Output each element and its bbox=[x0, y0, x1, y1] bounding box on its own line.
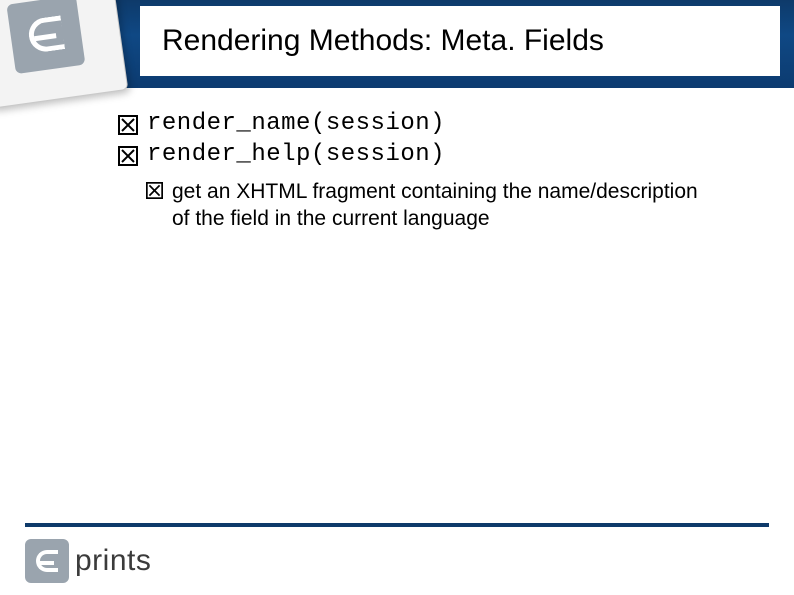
header-e-icon bbox=[6, 0, 85, 74]
bullet-item: render_help(session) bbox=[118, 141, 718, 168]
x-box-icon bbox=[118, 115, 138, 135]
footer-divider bbox=[25, 523, 769, 527]
title-box: Rendering Methods: Meta. Fields bbox=[140, 6, 780, 76]
logo-e-icon bbox=[25, 539, 69, 583]
x-box-icon bbox=[146, 182, 163, 199]
bullet-item: render_name(session) bbox=[118, 110, 718, 137]
logo-text: prints bbox=[75, 544, 151, 578]
content-area: render_name(session) render_help(session… bbox=[118, 110, 718, 237]
icon-tile bbox=[0, 0, 128, 109]
header-band: Rendering Methods: Meta. Fields bbox=[0, 0, 794, 88]
sub-bullet-item: get an XHTML fragment containing the nam… bbox=[146, 178, 718, 233]
sub-bullet-text: get an XHTML fragment containing the nam… bbox=[172, 178, 718, 233]
x-box-icon bbox=[118, 146, 138, 166]
bullet-text: render_help(session) bbox=[147, 141, 445, 168]
bullet-text: render_name(session) bbox=[147, 110, 445, 137]
footer-logo: prints bbox=[25, 539, 151, 583]
slide-title: Rendering Methods: Meta. Fields bbox=[162, 24, 604, 58]
